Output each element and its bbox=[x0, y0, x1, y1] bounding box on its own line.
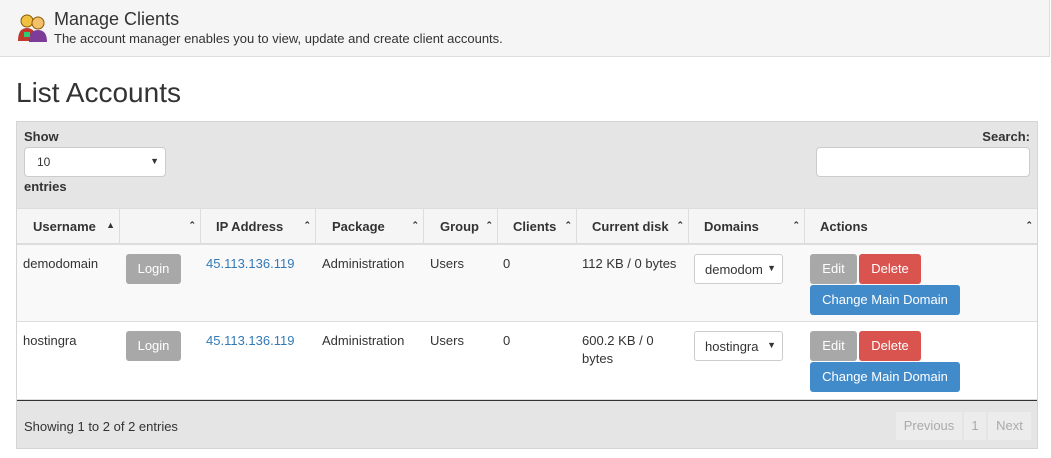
accounts-table: Username ▲ ⌃ IP Address ⌃ Package ⌃ Grou… bbox=[17, 208, 1037, 400]
previous-button[interactable]: Previous bbox=[896, 412, 962, 440]
sort-icon: ⌃ bbox=[485, 220, 493, 230]
delete-button[interactable]: Delete bbox=[859, 254, 921, 284]
sort-asc-icon: ▲ bbox=[106, 220, 115, 230]
table-header: Username ▲ ⌃ IP Address ⌃ Package ⌃ Grou… bbox=[17, 208, 1037, 245]
entries-label: entries bbox=[24, 179, 67, 194]
sort-icon: ⌃ bbox=[303, 220, 311, 230]
disk-cell: 112 KB / 0 bytes bbox=[582, 256, 677, 271]
username-cell: demodomain bbox=[23, 256, 99, 271]
username-cell: hostingra bbox=[23, 333, 77, 348]
ip-address-link[interactable]: 45.113.136.119 bbox=[206, 332, 294, 350]
page-length-select[interactable]: 10 ▼ bbox=[24, 147, 166, 177]
page-subtitle: The account manager enables you to view,… bbox=[54, 31, 503, 46]
sort-icon: ⌃ bbox=[792, 220, 800, 230]
domain-select-value: hostingra bbox=[705, 339, 759, 354]
sort-icon: ⌃ bbox=[1025, 220, 1033, 230]
page-length-value: 10 bbox=[37, 155, 51, 169]
column-username[interactable]: Username ▲ bbox=[17, 209, 119, 244]
table-footer: Showing 1 to 2 of 2 entries Previous 1 N… bbox=[17, 400, 1037, 448]
clients-cell: 0 bbox=[503, 256, 511, 271]
edit-button[interactable]: Edit bbox=[810, 331, 857, 361]
package-cell: Administration bbox=[322, 256, 405, 271]
search-label: Search: bbox=[982, 129, 1030, 144]
table-row: hostingra Login 45.113.136.119 Administr… bbox=[17, 322, 1037, 400]
change-main-domain-button[interactable]: Change Main Domain bbox=[810, 362, 960, 392]
change-main-domain-button[interactable]: Change Main Domain bbox=[810, 285, 960, 315]
group-cell: Users bbox=[430, 256, 464, 271]
delete-button[interactable]: Delete bbox=[859, 331, 921, 361]
domain-select[interactable]: demodomain ▼ bbox=[694, 254, 783, 284]
column-actions[interactable]: Actions ⌃ bbox=[804, 209, 1037, 244]
column-ip-address[interactable]: IP Address ⌃ bbox=[200, 209, 315, 244]
column-group[interactable]: Group ⌃ bbox=[423, 209, 497, 244]
page-header: Manage Clients The account manager enabl… bbox=[0, 0, 1050, 57]
login-button[interactable]: Login bbox=[126, 331, 181, 361]
domain-select[interactable]: hostingra ▼ bbox=[694, 331, 783, 361]
show-label: Show bbox=[24, 129, 59, 144]
sort-icon: ⌃ bbox=[411, 220, 419, 230]
chevron-down-icon: ▼ bbox=[150, 156, 159, 166]
next-button[interactable]: Next bbox=[988, 412, 1031, 440]
chevron-down-icon: ▼ bbox=[767, 340, 776, 350]
domain-select-value: demodomain bbox=[705, 262, 763, 277]
edit-button[interactable]: Edit bbox=[810, 254, 857, 284]
list-title: List Accounts bbox=[16, 77, 181, 108]
users-icon bbox=[18, 14, 47, 42]
table-row: demodomain Login 45.113.136.119 Administ… bbox=[17, 245, 1037, 322]
sort-icon: ⌃ bbox=[676, 220, 684, 230]
column-current-disk[interactable]: Current disk ⌃ bbox=[576, 209, 688, 244]
disk-cell: 600.2 KB / 0 bytes bbox=[582, 333, 654, 366]
search-input[interactable] bbox=[816, 147, 1030, 177]
page-1-button[interactable]: 1 bbox=[964, 412, 986, 440]
accounts-table-wrapper: Show 10 ▼ entries Search: Username ▲ ⌃ I… bbox=[16, 121, 1038, 449]
column-domains[interactable]: Domains ⌃ bbox=[688, 209, 804, 244]
page-title: Manage Clients bbox=[54, 9, 180, 29]
login-button[interactable]: Login bbox=[126, 254, 181, 284]
column-login[interactable]: ⌃ bbox=[119, 209, 200, 244]
chevron-down-icon: ▼ bbox=[767, 263, 776, 273]
package-cell: Administration bbox=[322, 333, 405, 348]
column-clients[interactable]: Clients ⌃ bbox=[497, 209, 576, 244]
clients-cell: 0 bbox=[503, 333, 511, 348]
table-info: Showing 1 to 2 of 2 entries bbox=[24, 419, 178, 434]
column-package[interactable]: Package ⌃ bbox=[315, 209, 423, 244]
group-cell: Users bbox=[430, 333, 464, 348]
ip-address-link[interactable]: 45.113.136.119 bbox=[206, 255, 294, 273]
sort-icon: ⌃ bbox=[188, 220, 196, 230]
sort-icon: ⌃ bbox=[564, 220, 572, 230]
